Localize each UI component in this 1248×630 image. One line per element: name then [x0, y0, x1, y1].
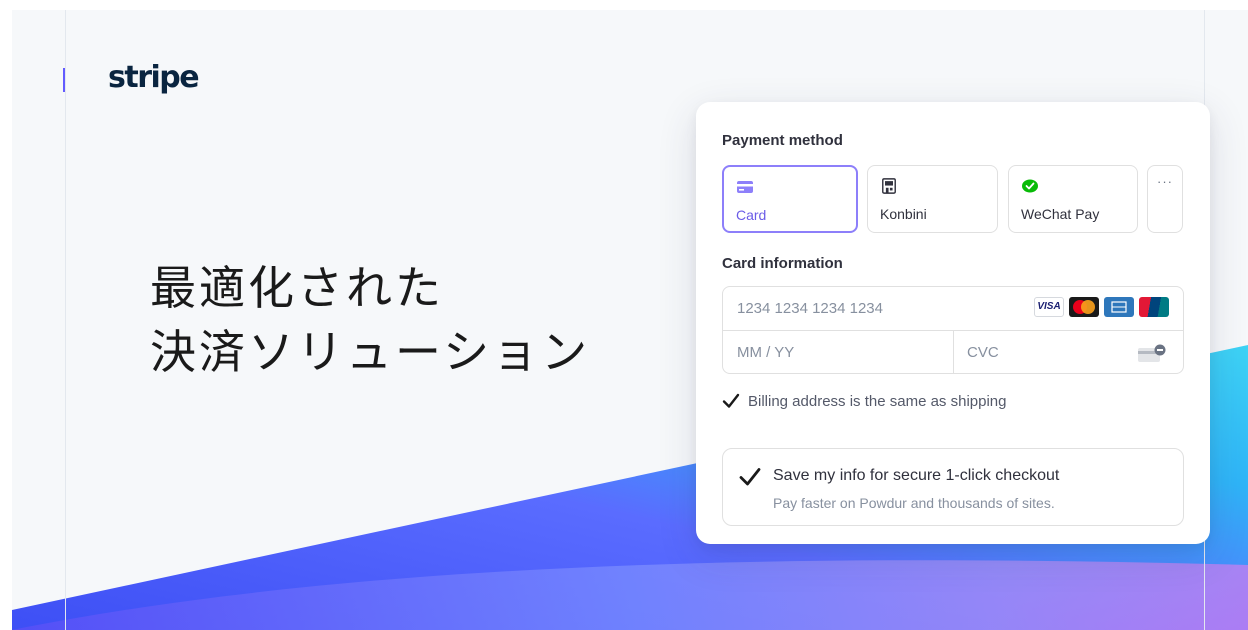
- checkmark-icon[interactable]: [722, 392, 740, 410]
- amex-icon: [1104, 297, 1134, 317]
- accent-bar: [63, 68, 65, 92]
- tab-konbini[interactable]: Konbini: [867, 165, 998, 233]
- payment-method-label: Payment method: [722, 132, 843, 149]
- cvc-input[interactable]: CVC: [967, 344, 999, 361]
- tab-konbini-label: Konbini: [880, 206, 927, 222]
- checkout-card: Payment method Card Konbini WeChat Pay ·…: [696, 102, 1210, 544]
- more-icon: ···: [1157, 174, 1173, 189]
- card-brands: VISA: [1034, 297, 1169, 317]
- convenience-store-icon: [882, 178, 896, 194]
- tab-card[interactable]: Card: [722, 165, 858, 233]
- credit-card-icon: [737, 181, 753, 193]
- hero-line-2: 決済ソリューション: [150, 325, 591, 379]
- expiry-input[interactable]: MM / YY: [737, 344, 794, 361]
- field-divider-vertical: [953, 330, 954, 373]
- tab-card-label: Card: [736, 207, 767, 223]
- card-number-input[interactable]: 1234 1234 1234 1234: [737, 300, 883, 317]
- mastercard-icon: [1069, 297, 1099, 317]
- tab-wechat-pay-label: WeChat Pay: [1021, 206, 1100, 222]
- unionpay-icon: [1139, 297, 1169, 317]
- hero-headline: 最適化された 決済ソリューション: [150, 256, 590, 384]
- save-info-box[interactable]: Save my info for secure 1-click checkout…: [722, 448, 1184, 526]
- save-info-title: Save my info for secure 1-click checkout: [773, 467, 1060, 484]
- cvc-card-icon: [1138, 344, 1166, 362]
- tab-more[interactable]: ···: [1147, 165, 1183, 233]
- visa-icon: VISA: [1034, 297, 1064, 317]
- card-information-label: Card information: [722, 255, 843, 272]
- save-info-subtitle: Pay faster on Powdur and thousands of si…: [773, 495, 1055, 511]
- billing-same-label: Billing address is the same as shipping: [748, 392, 1007, 410]
- card-information-field: 1234 1234 1234 1234 VISA MM / YY CVC: [722, 286, 1184, 374]
- wechat-icon: [1022, 179, 1038, 193]
- hero-line-1: 最適化された: [150, 261, 444, 315]
- guide-line-left: [65, 10, 66, 630]
- tab-wechat-pay[interactable]: WeChat Pay: [1008, 165, 1138, 233]
- stripe-logo[interactable]: stripe: [108, 60, 200, 95]
- hero-stage: stripe 最適化された 決済ソリューション Payment method C…: [12, 10, 1248, 630]
- checkmark-icon[interactable]: [739, 466, 761, 488]
- billing-same-row[interactable]: Billing address is the same as shipping: [722, 392, 1006, 410]
